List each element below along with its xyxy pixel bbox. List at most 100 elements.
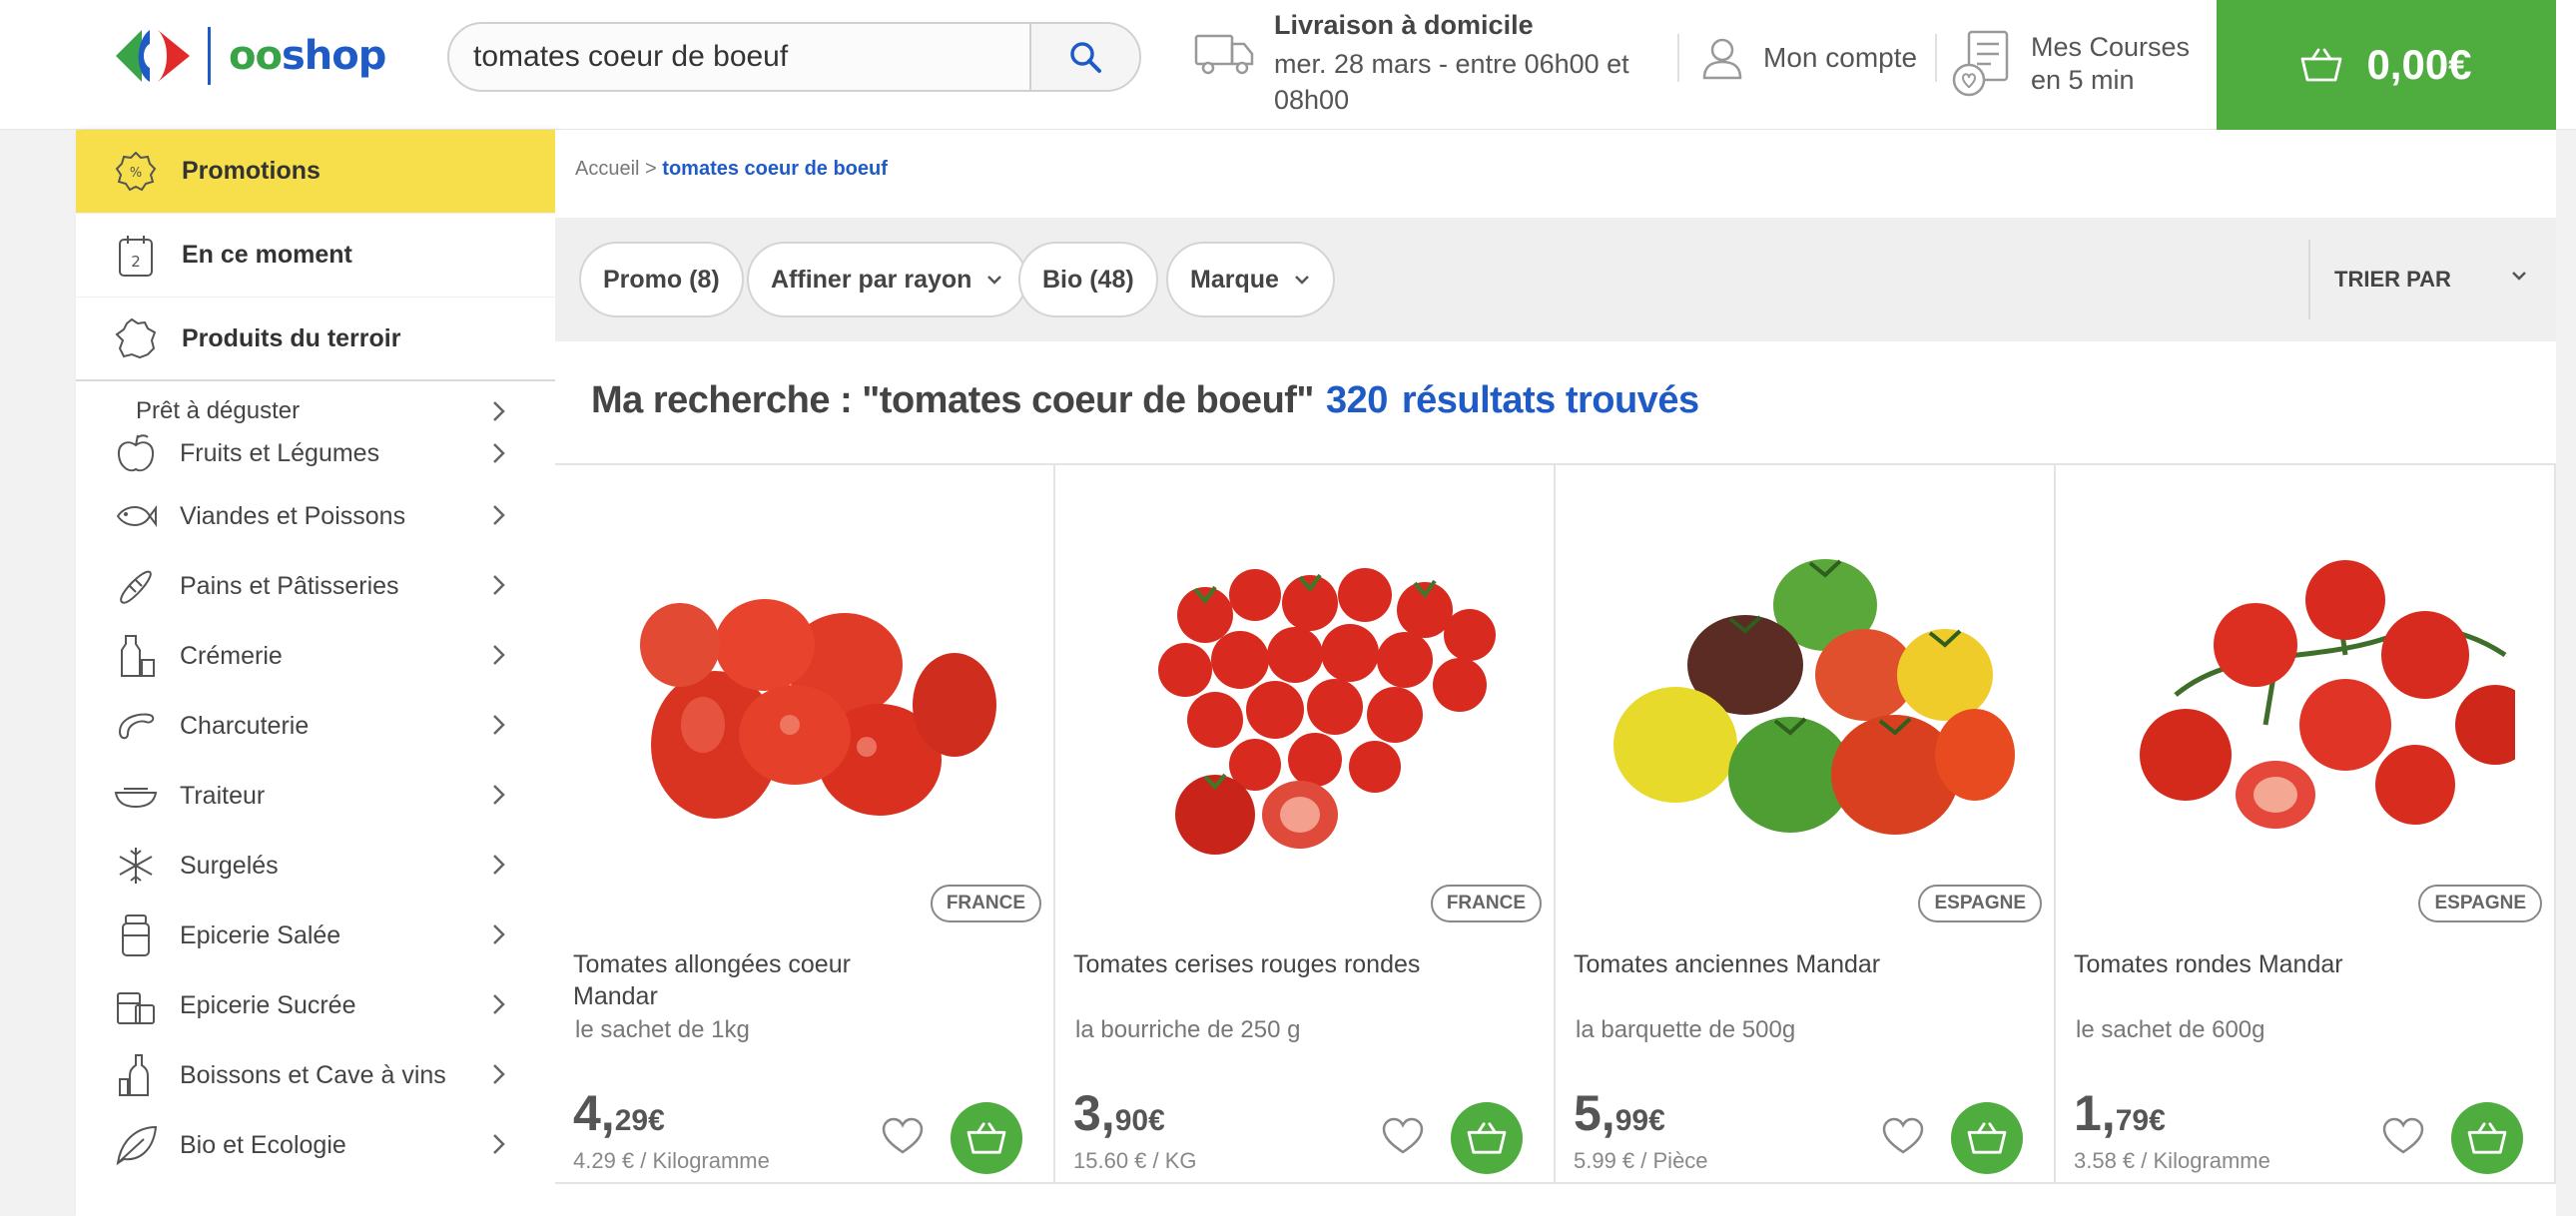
unit-price: 3.58 € / Kilogramme [2074, 1148, 2270, 1173]
add-to-cart-button[interactable] [951, 1102, 1022, 1174]
origin-badge: ESPAGNE [1918, 885, 2042, 922]
sidebar-item-label: Produits du terroir [182, 323, 401, 352]
filter-marque-dropdown[interactable]: Marque [1166, 242, 1335, 317]
svg-text:2: 2 [131, 253, 141, 271]
sidebar-category-boissons[interactable]: Boissons et Cave à vins [76, 1040, 555, 1110]
sidebar-category-cremerie[interactable]: Crémerie [76, 621, 555, 691]
sidebar-category-label: Charcuterie [180, 711, 310, 740]
carrefour-ooshop-logo[interactable]: ooshop [112, 24, 386, 88]
sidebar-category-label: Crémerie [180, 641, 283, 670]
breadcrumb-separator: > [645, 158, 657, 180]
search-input[interactable] [449, 24, 1030, 90]
product-card[interactable]: ESPAGNE Tomates anciennes Mandar la barq… [1556, 465, 2056, 1184]
heart-icon[interactable] [881, 1116, 925, 1156]
sidebar-category-pains-patisseries[interactable]: Pains et Pâtisseries [76, 551, 555, 621]
sidebar-item-label: En ce moment [182, 241, 352, 269]
chevron-right-icon [493, 575, 505, 595]
ooshop-wordmark: ooshop [229, 33, 386, 79]
milk-bottle-icon [114, 634, 158, 678]
search-button[interactable] [1029, 24, 1139, 90]
sidebar-category-label: Surgelés [180, 851, 279, 880]
sidebar-category-label: Epicerie Salée [180, 920, 341, 949]
sidebar-category-charcuterie[interactable]: Charcuterie [76, 691, 555, 761]
heart-icon[interactable] [1881, 1116, 1925, 1156]
sidebar-category-traiteur[interactable]: Traiteur [76, 761, 555, 831]
product-name[interactable]: Tomates allongées coeur Mandar [573, 948, 933, 1012]
product-card[interactable]: FRANCE Tomates cerises rouges rondes la … [1055, 465, 1556, 1184]
filter-bio-button[interactable]: Bio (48) [1018, 242, 1158, 317]
chevron-down-icon [987, 276, 1002, 285]
filter-bar: Promo (8) Affiner par rayon Bio (48) Mar… [555, 218, 2556, 341]
sausage-icon [114, 704, 158, 748]
product-image-heirloom-tomatoes[interactable] [1596, 525, 2015, 865]
sidebar-category-epicerie-sucree[interactable]: Epicerie Sucrée [76, 970, 555, 1040]
header-divider [1935, 34, 1937, 82]
chevron-right-icon [493, 994, 505, 1014]
add-to-cart-button[interactable] [2451, 1102, 2523, 1174]
quick-shopping-button[interactable]: Mes Courses en 5 min [1951, 26, 2201, 102]
filter-label: Affiner par rayon [771, 265, 972, 294]
sidebar-category-bio-ecologie[interactable]: Bio et Ecologie [76, 1110, 555, 1180]
chevron-right-icon [493, 1064, 505, 1084]
add-to-cart-button[interactable] [1451, 1102, 1523, 1174]
product-quantity: la bourriche de 250 g [1075, 1016, 1301, 1043]
chevron-right-icon [493, 645, 505, 665]
sidebar-item-produits-du-terroir[interactable]: Produits du terroir [76, 298, 555, 381]
results-count: 320 [1325, 379, 1388, 421]
filter-rayon-dropdown[interactable]: Affiner par rayon [747, 242, 1028, 317]
filter-label: Promo (8) [603, 265, 720, 294]
sidebar-category-pret-a-deguster[interactable]: Prêt à déguster [76, 381, 555, 425]
delivery-slot-selector[interactable]: Livraison à domicile mer. 28 mars - entr… [1194, 6, 1673, 116]
basket-icon [2301, 48, 2342, 82]
sidebar-category-label: Traiteur [180, 781, 266, 810]
product-name[interactable]: Tomates rondes Mandar [2074, 948, 2433, 980]
product-price: 1,79€ [2074, 1085, 2166, 1141]
basket-icon [1467, 1122, 1507, 1154]
account-label: Mon compte [1763, 42, 1918, 73]
product-quantity: le sachet de 1kg [575, 1016, 750, 1043]
add-to-cart-button[interactable] [1951, 1102, 2023, 1174]
chevron-right-icon [493, 505, 505, 525]
sidebar-item-promotions[interactable]: % Promotions [76, 130, 555, 214]
heart-icon[interactable] [2381, 1116, 2425, 1156]
sidebar-category-viandes-poissons[interactable]: Viandes et Poissons [76, 481, 555, 551]
sidebar-category-epicerie-salee[interactable]: Epicerie Salée [76, 901, 555, 970]
unit-price: 15.60 € / KG [1073, 1148, 1197, 1173]
france-map-icon [114, 316, 158, 360]
carrefour-logo-icon [116, 30, 190, 82]
account-button[interactable]: Mon compte [1701, 30, 1917, 86]
product-card[interactable]: FRANCE Tomates allongées coeur Mandar le… [555, 465, 1055, 1184]
basket-icon [1967, 1122, 2007, 1154]
product-image-cherry-tomatoes[interactable] [1095, 525, 1515, 865]
product-image-long-tomatoes[interactable] [595, 525, 1014, 865]
sidebar-item-en-ce-moment[interactable]: 2 En ce moment [76, 214, 555, 298]
sidebar-category-surgeles[interactable]: Surgelés [76, 831, 555, 901]
unit-price: 5.99 € / Pièce [1574, 1148, 1708, 1173]
product-grid: FRANCE Tomates allongées coeur Mandar le… [555, 463, 2556, 1216]
cart-button[interactable]: 0,00€ [2217, 0, 2556, 130]
product-name[interactable]: Tomates cerises rouges rondes [1073, 948, 1433, 980]
header-divider [1677, 34, 1679, 82]
product-name[interactable]: Tomates anciennes Mandar [1574, 948, 1933, 980]
category-sidebar: % Promotions 2 En ce moment Produits du … [76, 130, 555, 1216]
product-card[interactable]: ESPAGNE Tomates rondes Mandar le sachet … [2056, 465, 2556, 1184]
sidebar-category-label: Fruits et Légumes [180, 438, 380, 467]
origin-badge: ESPAGNE [2418, 885, 2542, 922]
breadcrumb-home-link[interactable]: Accueil [575, 158, 639, 180]
sidebar-category-fruits-legumes[interactable]: Fruits et Légumes [76, 425, 555, 481]
chevron-right-icon [493, 1134, 505, 1154]
chevron-down-icon [1295, 276, 1309, 285]
sidebar-category-label: Prêt à déguster [136, 397, 301, 424]
product-image-vine-tomatoes[interactable] [2096, 525, 2515, 865]
sort-dropdown[interactable]: TRIER PAR [2308, 240, 2556, 319]
delivery-slot-text: mer. 28 mars - entre 06h00 et 08h00 [1274, 49, 1629, 115]
snowflake-icon [114, 844, 158, 888]
logo-separator [208, 27, 211, 85]
chevron-right-icon [493, 715, 505, 735]
sidebar-category-label: Bio et Ecologie [180, 1130, 346, 1159]
heart-icon[interactable] [1381, 1116, 1425, 1156]
chevron-right-icon [493, 855, 505, 875]
jar-icon [114, 913, 158, 957]
origin-badge: FRANCE [1430, 885, 1542, 922]
filter-promo-button[interactable]: Promo (8) [579, 242, 744, 317]
